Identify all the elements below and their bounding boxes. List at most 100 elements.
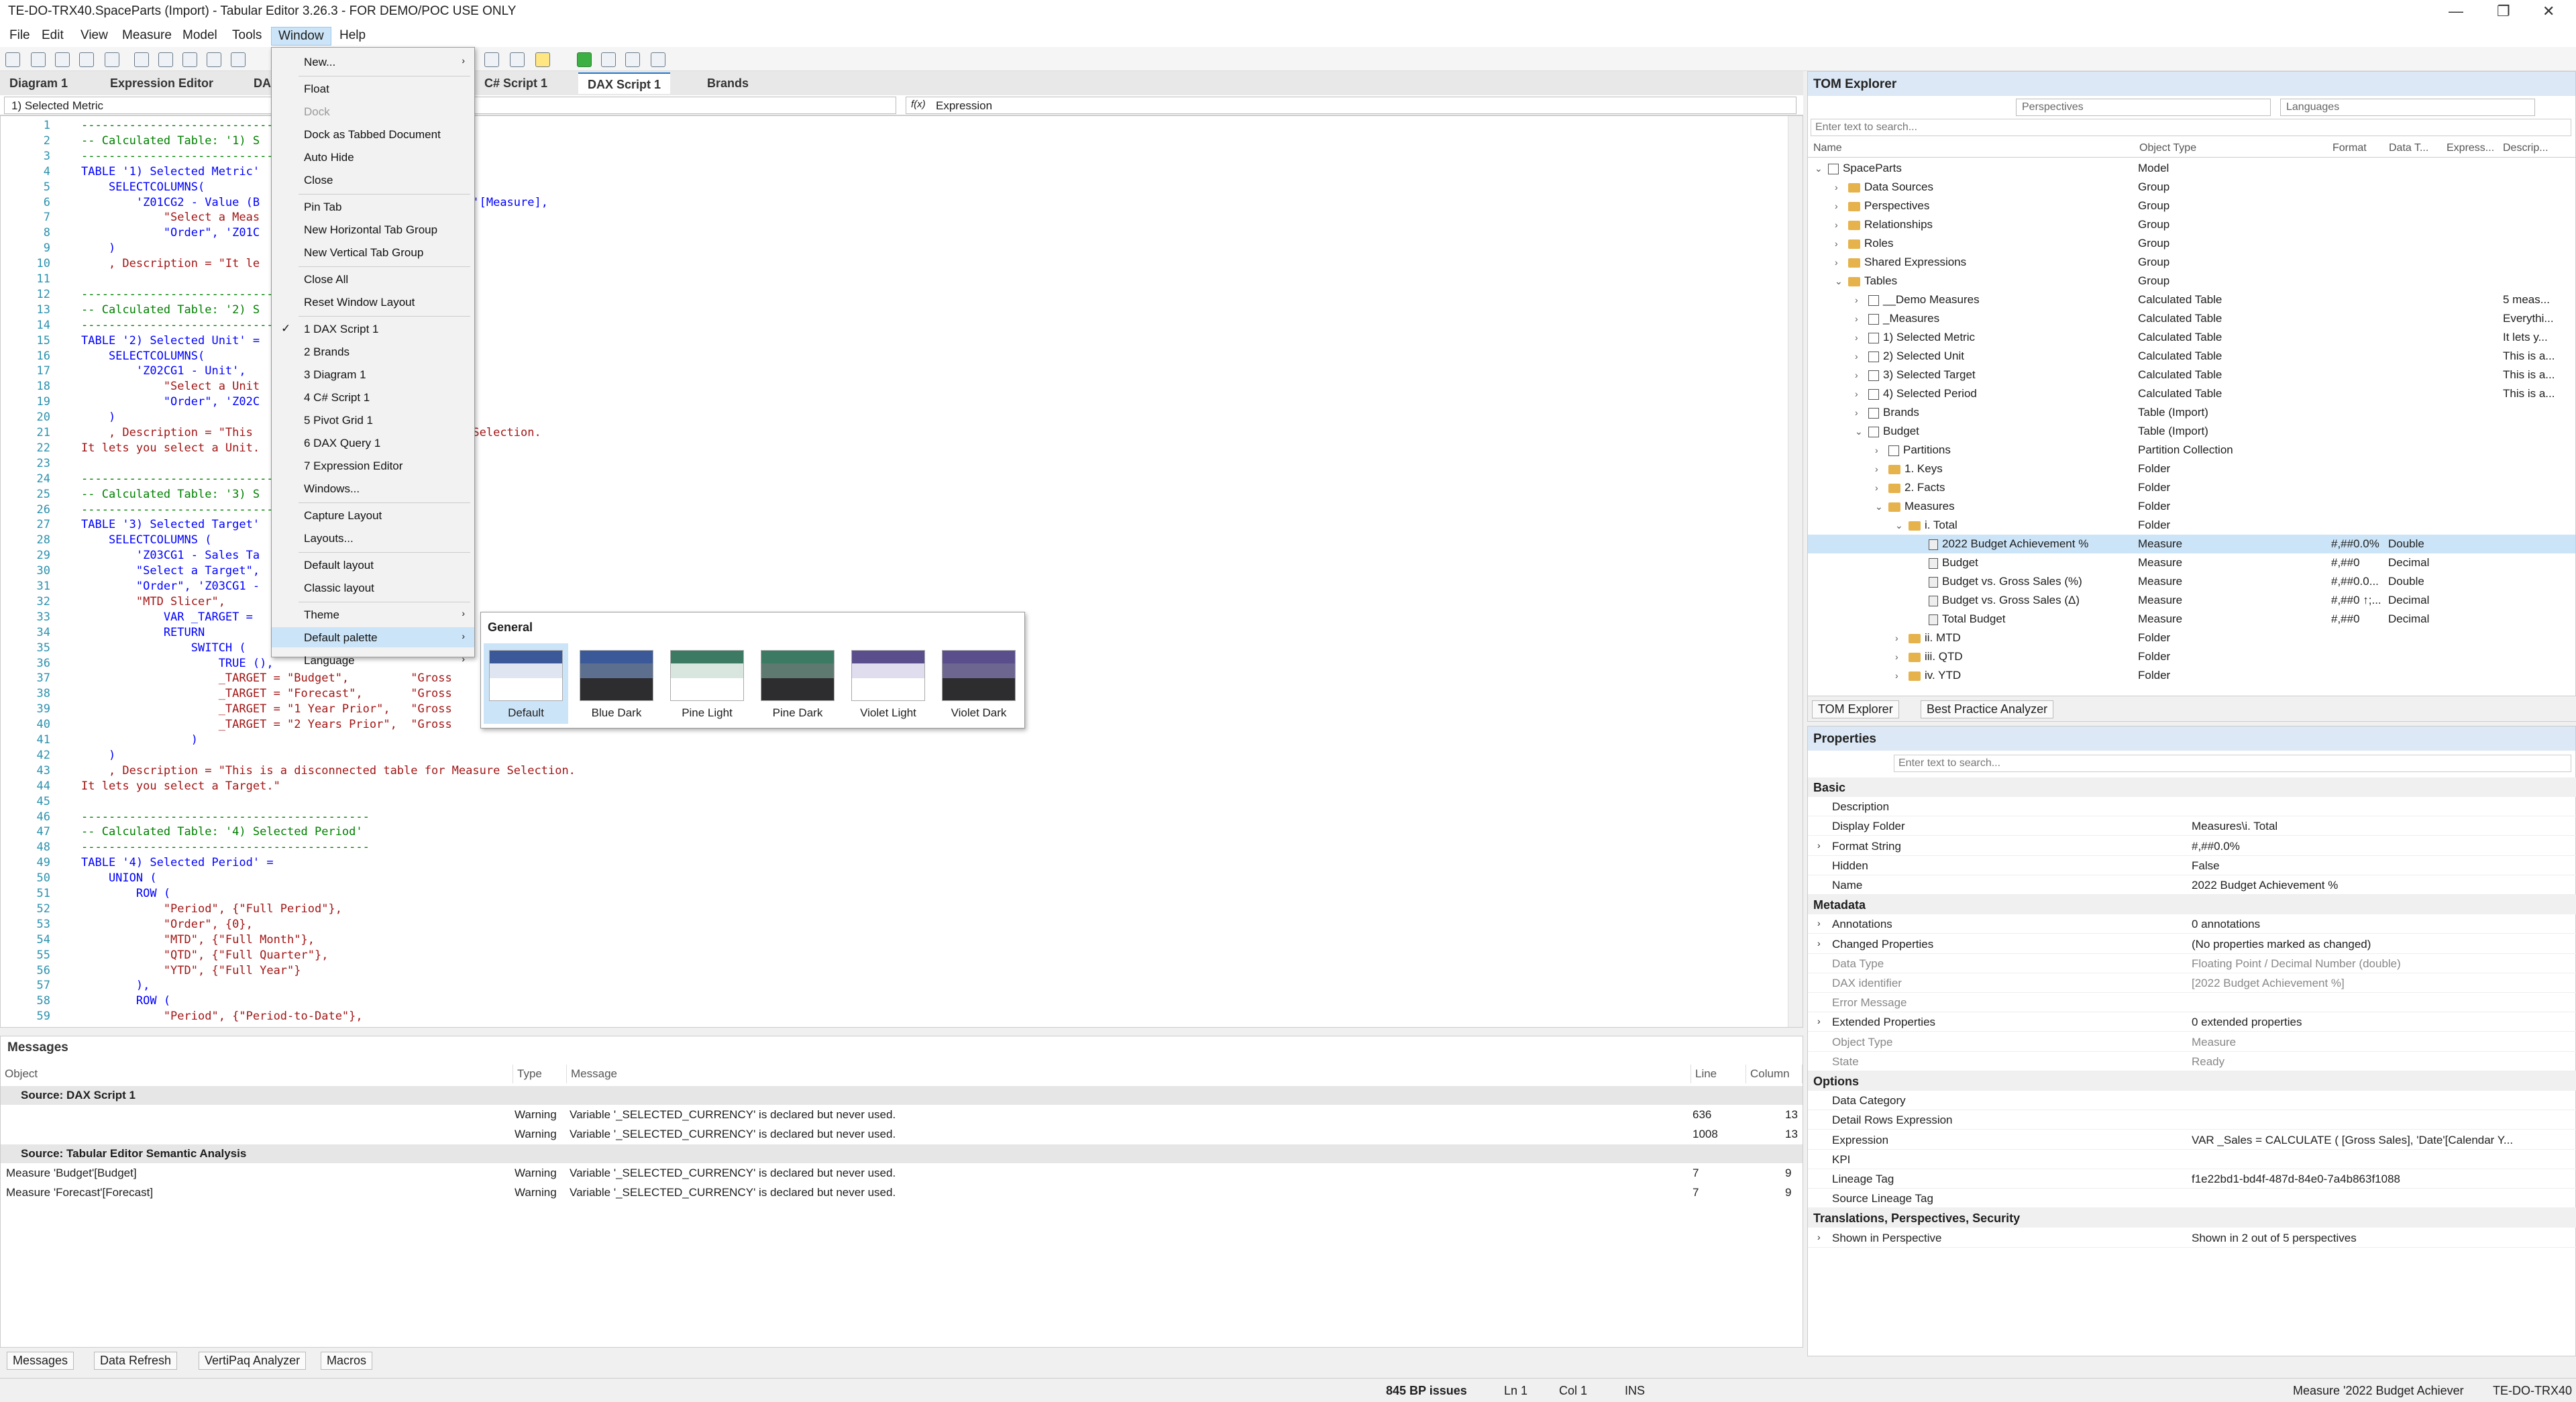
property-value[interactable]: Measures\i. Total <box>2192 820 2567 833</box>
run-icon[interactable] <box>577 52 592 67</box>
bracket-icon[interactable] <box>231 52 246 67</box>
menu-file[interactable]: File <box>3 27 37 44</box>
bp-issues-count[interactable]: 845 BP issues <box>1386 1384 1467 1398</box>
tree-node[interactable]: › iii. QTD Folder <box>1808 647 2575 666</box>
tree-node[interactable]: Budget vs. Gross Sales (Δ) Measure #,##0 ↑… <box>1808 591 2575 610</box>
property-row[interactable]: DAX identifier [2022 Budget Achievement %… <box>1808 973 2576 993</box>
tab-best-practice-analyzer[interactable]: Best Practice Analyzer <box>1921 700 2054 718</box>
perspectives-dropdown[interactable]: Perspectives <box>2016 99 2271 116</box>
palette-option[interactable]: Pine Light <box>665 643 749 724</box>
tree-node[interactable]: › Partitions Partition Collection <box>1808 441 2575 460</box>
expand-arrow-icon[interactable]: › <box>1817 938 1821 949</box>
window-menu-item[interactable]: Close All <box>272 269 474 289</box>
window-menu-item[interactable]: New Horizontal Tab Group <box>272 219 474 239</box>
expand-arrow-icon[interactable]: › <box>1817 840 1821 851</box>
tab-diagram-1[interactable]: Diagram 1 <box>0 72 77 94</box>
expand-arrow-icon[interactable]: ⌄ <box>1835 276 1843 287</box>
palette-option[interactable]: Blue Dark <box>574 643 659 724</box>
expand-arrow-icon[interactable]: ⌄ <box>1855 426 1863 437</box>
tree-node[interactable]: Budget Measure #,##0 Decimal <box>1808 553 2575 572</box>
tab-dax-script-1[interactable]: DAX Script 1 <box>578 72 671 94</box>
tree-node[interactable]: ⌄ i. Total Folder <box>1808 516 2575 535</box>
property-category[interactable]: Translations, Perspectives, Security <box>1808 1208 2576 1228</box>
tab-tom-explorer[interactable]: TOM Explorer <box>1812 700 1899 718</box>
menu-tools[interactable]: Tools <box>225 27 268 44</box>
property-row[interactable]: › Shown in Perspective Shown in 2 out of 5… <box>1808 1228 2576 1248</box>
property-row[interactable]: State Ready <box>1808 1052 2576 1071</box>
message-row[interactable]: Measure 'Budget'[Budget] Warning Variable … <box>1 1164 1803 1183</box>
property-value[interactable]: #,##0.0% <box>2192 840 2567 853</box>
window-menu-item[interactable]: Auto Hide <box>272 147 474 167</box>
expand-arrow-icon[interactable]: › <box>1855 313 1863 324</box>
tree-node[interactable]: › ii. MTD Folder <box>1808 629 2575 647</box>
tom-col-expression[interactable]: Express... <box>2447 142 2494 154</box>
window-menu-item[interactable]: New... › <box>272 52 474 72</box>
property-row[interactable]: Lineage Tag f1e22bd1-bd4f-487d-84e0-7a4b8… <box>1808 1169 2576 1189</box>
tree-node[interactable]: 2022 Budget Achievement % Measure #,##0.0%… <box>1808 535 2575 553</box>
undo-icon[interactable] <box>5 52 20 67</box>
editor-vertical-scrollbar[interactable] <box>1788 116 1803 1027</box>
window-menu-item[interactable]: Close <box>272 170 474 190</box>
message-group-header[interactable]: Source: DAX Script 1 <box>1 1086 1803 1105</box>
expand-arrow-icon[interactable]: › <box>1835 182 1843 193</box>
tab-vertipaq-analyzer[interactable]: VertiPaq Analyzer <box>199 1352 307 1370</box>
close-window-button[interactable]: ✕ <box>2542 3 2555 20</box>
tree-node[interactable]: › Brands Table (Import) <box>1808 403 2575 422</box>
expand-arrow-icon[interactable]: › <box>1817 1016 1821 1026</box>
expand-arrow-icon[interactable]: › <box>1855 294 1863 305</box>
property-row[interactable]: Data Type Floating Point / Decimal Number… <box>1808 954 2576 973</box>
property-row[interactable]: › Format String #,##0.0% <box>1808 837 2576 856</box>
property-value[interactable]: VAR _Sales = CALCULATE ( [Gross Sales], … <box>2192 1134 2567 1147</box>
window-menu-item[interactable]: Pin Tab <box>272 197 474 217</box>
expand-arrow-icon[interactable]: ⌄ <box>1815 163 1823 174</box>
property-value[interactable]: False <box>2192 859 2567 873</box>
expand-arrow-icon[interactable]: › <box>1835 238 1843 249</box>
format-icon[interactable] <box>510 52 525 67</box>
property-row[interactable]: Source Lineage Tag <box>1808 1189 2576 1209</box>
tom-col-name[interactable]: Name <box>1813 142 1842 154</box>
table-icon[interactable] <box>158 52 173 67</box>
tree-node[interactable]: › 1. Keys Folder <box>1808 460 2575 478</box>
languages-dropdown[interactable]: Languages <box>2280 99 2535 116</box>
palette-option[interactable]: Pine Dark <box>755 643 840 724</box>
property-row[interactable]: Hidden False <box>1808 856 2576 875</box>
expand-arrow-icon[interactable]: › <box>1855 388 1863 399</box>
tab-csharp-script-1[interactable]: C# Script 1 <box>475 72 557 94</box>
window-menu-item[interactable]: 2 Brands <box>272 341 474 362</box>
expand-arrow-icon[interactable]: › <box>1895 670 1903 681</box>
tab-data-refresh[interactable]: Data Refresh <box>94 1352 178 1370</box>
tree-node[interactable]: › 1) Selected Metric Calculated Table It le… <box>1808 328 2575 347</box>
tab-messages[interactable]: Messages <box>7 1352 74 1370</box>
tree-node[interactable]: › _Measures Calculated Table Everythi... <box>1808 309 2575 328</box>
minimize-button[interactable]: — <box>2449 3 2463 20</box>
property-row[interactable]: Display Folder Measures\i. Total <box>1808 816 2576 837</box>
tree-node[interactable]: › Relationships Group <box>1808 215 2575 234</box>
property-value[interactable]: 0 extended properties <box>2192 1016 2567 1029</box>
expand-arrow-icon[interactable]: › <box>1875 445 1883 455</box>
tom-search-input[interactable]: Enter text to search... <box>1811 119 2571 136</box>
expand-arrow-icon[interactable]: › <box>1855 407 1863 418</box>
maximize-button[interactable]: ❐ <box>2497 3 2510 20</box>
expand-arrow-icon[interactable]: › <box>1817 918 1821 928</box>
message-row[interactable]: Warning Variable '_SELECTED_CURRENCY' is … <box>1 1106 1803 1124</box>
menu-window[interactable]: Window <box>271 27 331 46</box>
property-value[interactable]: (No properties marked as changed) <box>2192 938 2567 951</box>
expand-arrow-icon[interactable]: › <box>1835 201 1843 211</box>
property-row[interactable]: › Extended Properties 0 extended propertie… <box>1808 1012 2576 1032</box>
window-menu-item[interactable]: 4 C# Script 1 <box>272 387 474 407</box>
window-menu-item[interactable]: Dock as Tabbed Document <box>272 124 474 144</box>
evaluate-icon[interactable] <box>651 52 665 67</box>
comment-icon[interactable] <box>484 52 499 67</box>
lightbulb-icon[interactable] <box>535 52 550 67</box>
palette-option[interactable]: Violet Dark <box>936 643 1021 724</box>
window-menu-item[interactable]: Default layout <box>272 555 474 575</box>
deploy-icon[interactable] <box>55 52 70 67</box>
tree-node[interactable]: › iv. YTD Folder <box>1808 666 2575 685</box>
message-group-header[interactable]: Source: Tabular Editor Semantic Analysis <box>1 1144 1803 1163</box>
menu-model[interactable]: Model <box>176 27 224 44</box>
property-value[interactable]: 0 annotations <box>2192 918 2567 931</box>
tree-node[interactable]: Total Budget Measure #,##0 Decimal <box>1808 610 2575 629</box>
message-row[interactable]: Measure 'Forecast'[Forecast] Warning Varia… <box>1 1183 1803 1202</box>
property-row[interactable]: Expression VAR _Sales = CALCULATE ( [Gros… <box>1808 1130 2576 1150</box>
expand-arrow-icon[interactable]: › <box>1895 651 1903 662</box>
